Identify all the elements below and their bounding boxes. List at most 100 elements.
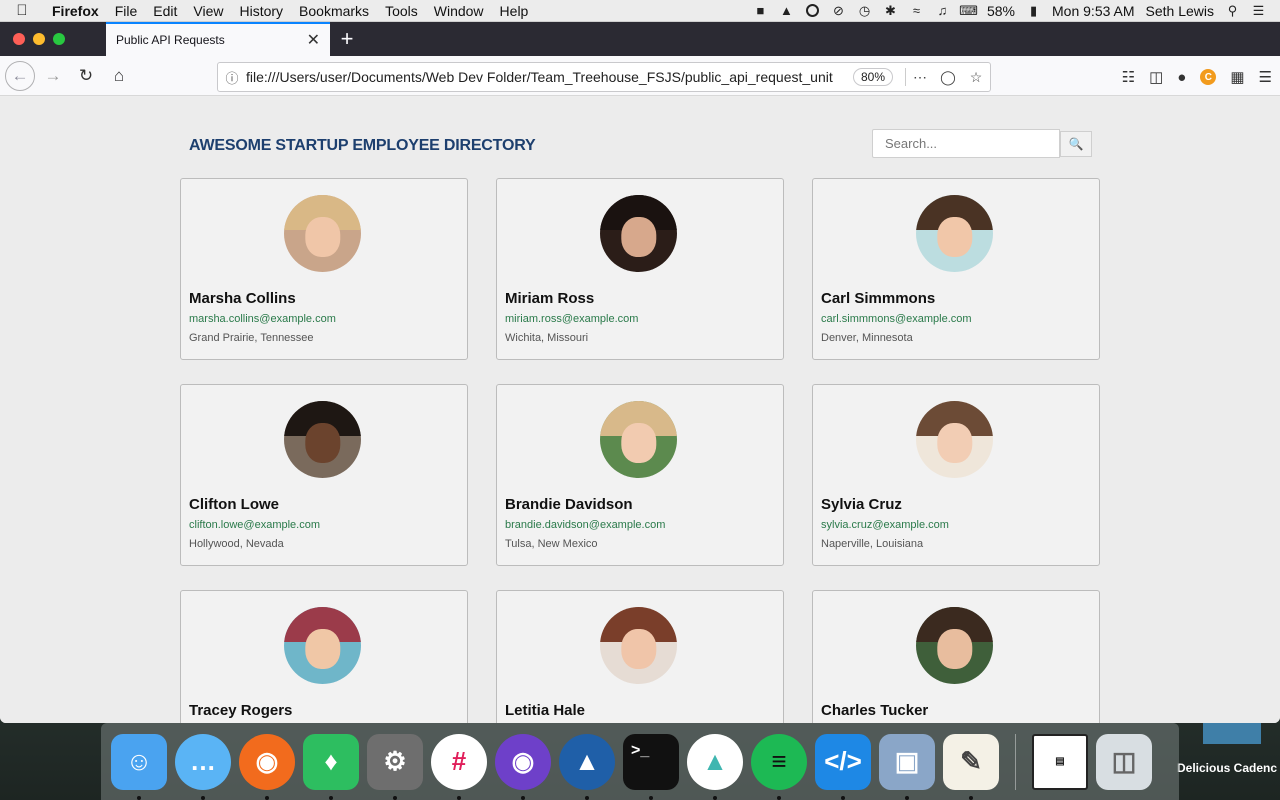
minimize-window-button[interactable]: [33, 33, 45, 45]
sidebar-icon[interactable]: ◫: [1149, 68, 1163, 86]
slack-icon[interactable]: #: [431, 733, 487, 800]
library-icon[interactable]: ☷: [1122, 68, 1135, 86]
employee-email: miriam.ross@example.com: [505, 313, 639, 325]
search-form: 🔍: [872, 129, 1092, 158]
screenshot-stack-icon[interactable]: ▤: [1032, 733, 1088, 790]
avatar: [284, 195, 361, 272]
search-input[interactable]: [872, 129, 1060, 158]
employee-card[interactable]: Charles Tucker: [812, 590, 1100, 723]
magnifier-icon: 🔍: [1068, 137, 1084, 151]
menu-edit[interactable]: Edit: [145, 3, 185, 19]
employee-name: Letitia Hale: [505, 702, 586, 719]
terminal-icon[interactable]: >_: [623, 733, 679, 800]
employee-name: Marsha Collins: [189, 290, 296, 307]
github-desktop-icon[interactable]: ◉: [495, 733, 551, 800]
employee-email: brandie.davidson@example.com: [505, 519, 666, 531]
home-button[interactable]: ⌂: [104, 61, 134, 91]
avatar: [916, 401, 993, 478]
search-button[interactable]: 🔍: [1060, 131, 1092, 157]
avatar: [916, 607, 993, 684]
employee-location: Grand Prairie, Tennessee: [189, 332, 314, 344]
menu-help[interactable]: Help: [492, 3, 537, 19]
dock-divider: [1015, 733, 1016, 790]
employee-card[interactable]: Sylvia Cruz sylvia.cruz@example.com Nape…: [812, 384, 1100, 566]
desktop-item-label[interactable]: Delicious Cadenc: [1177, 761, 1277, 775]
tab-public-api-requests[interactable]: Public API Requests ✕: [106, 22, 330, 56]
pocket-icon[interactable]: ◯: [934, 69, 962, 86]
avatar: [916, 195, 993, 272]
reload-button[interactable]: ↻: [71, 61, 101, 91]
finder-icon[interactable]: ☺: [111, 733, 167, 800]
menu-tools[interactable]: Tools: [377, 3, 426, 19]
messages-icon[interactable]: …: [175, 733, 231, 800]
employee-card[interactable]: Tracey Rogers: [180, 590, 468, 723]
bookmark-star-icon[interactable]: ☆: [962, 69, 990, 86]
zoom-level-badge[interactable]: 80%: [852, 68, 893, 86]
menu-view[interactable]: View: [185, 3, 231, 19]
hamburger-menu-icon[interactable]: ☰: [1259, 68, 1272, 86]
menu-bookmarks[interactable]: Bookmarks: [291, 3, 377, 19]
employee-card[interactable]: Brandie Davidson brandie.davidson@exampl…: [496, 384, 784, 566]
employee-location: Denver, Minnesota: [821, 332, 913, 344]
browser-window: Public API Requests ✕ + ← → ↻ ⌂ AWESOME …: [0, 22, 1280, 723]
employee-name: Carl Simmmons: [821, 290, 936, 307]
menubar-tray: ■ ▲ ⊘ ◷ ✱ ≈ ♫ ⌨ 58% ▮ Mon 9:53 AM Seth L…: [753, 3, 1280, 19]
spotify-icon[interactable]: ≡: [751, 733, 807, 800]
battery-percent[interactable]: 58%: [987, 3, 1015, 19]
extension-icon[interactable]: C: [1200, 69, 1217, 85]
employee-email: sylvia.cruz@example.com: [821, 519, 949, 531]
avatar: [600, 195, 677, 272]
spotlight-search-icon[interactable]: ⚲: [1225, 3, 1240, 18]
user-name[interactable]: Seth Lewis: [1146, 3, 1214, 19]
block-tray-icon[interactable]: ⊘: [831, 3, 846, 18]
textedit-icon[interactable]: ✎: [943, 733, 999, 800]
evernote-tray-icon[interactable]: ■: [753, 3, 768, 18]
zoom-window-button[interactable]: [53, 33, 65, 45]
system-preferences-icon[interactable]: ⚙: [367, 733, 423, 800]
menu-file[interactable]: File: [107, 3, 146, 19]
menu-window[interactable]: Window: [426, 3, 492, 19]
evernote-icon[interactable]: ♦: [303, 733, 359, 800]
menu-app-name[interactable]: Firefox: [44, 3, 107, 19]
clock[interactable]: Mon 9:53 AM: [1052, 3, 1135, 19]
employee-card[interactable]: Miriam Ross miriam.ross@example.com Wich…: [496, 178, 784, 360]
close-window-button[interactable]: [13, 33, 25, 45]
new-tab-button[interactable]: +: [330, 22, 364, 56]
back-button[interactable]: ←: [5, 60, 35, 91]
page-info-icon[interactable]: ⓘ: [218, 68, 246, 87]
mountain-tray-icon[interactable]: ▲: [779, 3, 794, 18]
vscode-icon[interactable]: </>: [815, 733, 871, 800]
employee-name: Charles Tucker: [821, 702, 929, 719]
employee-location: Wichita, Missouri: [505, 332, 589, 344]
employee-card[interactable]: Marsha Collins marsha.collins@example.co…: [180, 178, 468, 360]
url-text[interactable]: file:///Users/user/Documents/Web Dev Fol…: [246, 69, 847, 85]
notification-center-icon[interactable]: ☰: [1251, 3, 1266, 18]
battery-icon[interactable]: ▮: [1026, 3, 1041, 18]
volume-icon[interactable]: ♫: [935, 3, 950, 18]
time-machine-icon[interactable]: ◷: [857, 3, 872, 18]
employee-card[interactable]: Carl Simmmons carl.simmmons@example.com …: [812, 178, 1100, 360]
apple-icon[interactable]: : [0, 2, 44, 19]
trash-icon[interactable]: ◫: [1096, 733, 1152, 790]
keyboard-icon[interactable]: ⌨: [959, 3, 978, 18]
forward-button[interactable]: →: [38, 61, 68, 91]
account-icon[interactable]: ●: [1177, 69, 1186, 86]
nordvpn-icon[interactable]: ▲: [687, 733, 743, 800]
desktop-folder-icon[interactable]: [1203, 722, 1261, 744]
preview-icon[interactable]: ▣: [879, 733, 935, 800]
page-actions-icon[interactable]: ⋯: [906, 69, 934, 86]
vpn-tray-icon[interactable]: [805, 4, 820, 18]
employee-card[interactable]: Clifton Lowe clifton.lowe@example.com Ho…: [180, 384, 468, 566]
extension-grid-icon[interactable]: ▦: [1230, 68, 1244, 86]
employee-card[interactable]: Letitia Hale: [496, 590, 784, 723]
employee-email: clifton.lowe@example.com: [189, 519, 320, 531]
menu-history[interactable]: History: [231, 3, 291, 19]
close-tab-icon[interactable]: ✕: [307, 30, 320, 50]
tab-strip: Public API Requests ✕ +: [0, 22, 1280, 56]
mountain-app-icon[interactable]: ▲: [559, 733, 615, 800]
employee-location: Tulsa, New Mexico: [505, 538, 598, 550]
wifi-icon[interactable]: ≈: [909, 3, 924, 18]
url-bar[interactable]: ⓘ file:///Users/user/Documents/Web Dev F…: [217, 62, 991, 92]
bluetooth-icon[interactable]: ✱: [883, 3, 898, 18]
firefox-icon[interactable]: ◉: [239, 733, 295, 800]
